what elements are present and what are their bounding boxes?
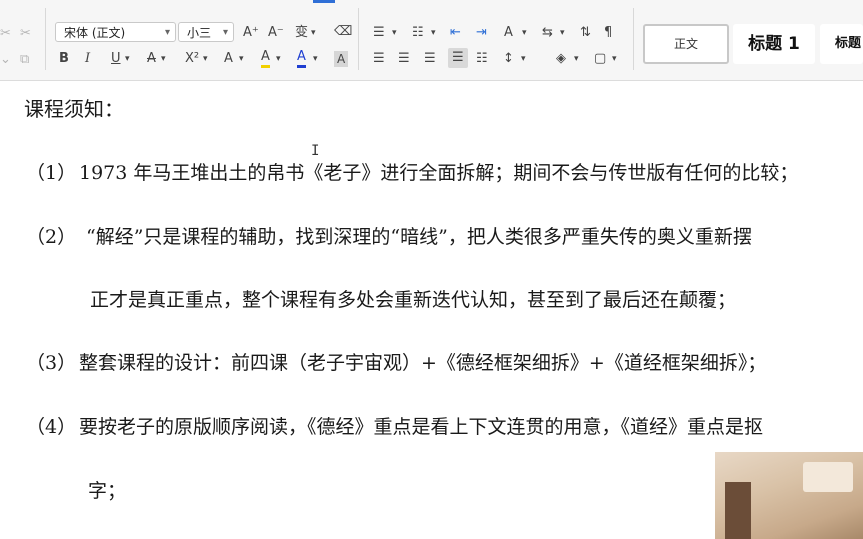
- chevron-down-icon[interactable]: ▾: [239, 51, 244, 67]
- font-name-select[interactable]: 宋体 (正文) ▾: [55, 22, 176, 42]
- chevron-down-icon: ▾: [164, 27, 170, 38]
- align-center-icon[interactable]: ☰: [398, 51, 410, 67]
- scissors-icon[interactable]: ✂: [20, 26, 31, 42]
- list-number: （3）: [26, 352, 77, 374]
- style-normal-label: 正文: [673, 37, 698, 51]
- align-left-icon[interactable]: ☰: [373, 51, 385, 67]
- chevron-down-icon: ▾: [222, 27, 228, 38]
- asian-layout-icon[interactable]: A: [504, 25, 513, 41]
- numbered-list-icon[interactable]: ☷: [412, 25, 424, 41]
- list-text: 要按老子的原版顺序阅读，《德经》重点是看上下文连贯的用意，《道经》重点是抠: [79, 416, 764, 438]
- phonetic-guide-button[interactable]: 变: [295, 25, 308, 41]
- highlight-button[interactable]: A: [261, 49, 270, 68]
- chevron-down-icon[interactable]: ▾: [431, 25, 436, 41]
- list-text: 字；: [88, 480, 127, 502]
- increase-indent-icon[interactable]: ⇥: [476, 25, 487, 41]
- distributed-icon[interactable]: ☷: [476, 51, 488, 67]
- shading-icon[interactable]: ◈: [556, 51, 566, 67]
- style-heading-1[interactable]: 标题 1: [733, 24, 815, 64]
- style-heading-2[interactable]: 标题: [820, 24, 863, 64]
- sort-icon[interactable]: ⇅: [580, 25, 591, 41]
- grow-font-button[interactable]: A⁺: [243, 25, 259, 41]
- background-door: [725, 482, 751, 539]
- document-title: 课程须知：: [24, 97, 124, 121]
- copy-icon[interactable]: ⧉: [20, 52, 29, 68]
- list-text: 1973 年马王堆出土的帛书《老子》进行全面拆解；期间不会与传世版有任何的比较；: [79, 162, 799, 184]
- list-text: 整套课程的设计：前四课（老子宇宙观）+《德经框架细拆》+《道经框架细拆》；: [79, 352, 767, 374]
- text-effects-button[interactable]: A: [224, 51, 233, 67]
- list-number: （2）: [26, 226, 77, 248]
- chevron-down-icon[interactable]: ▾: [522, 25, 527, 41]
- chevron-down-icon[interactable]: ▾: [392, 25, 397, 41]
- list-number: （1）: [26, 162, 77, 184]
- chevron-down-icon[interactable]: ▾: [161, 51, 166, 67]
- text-direction-icon[interactable]: ⇆: [542, 25, 553, 41]
- chevron-down-icon[interactable]: ▾: [521, 51, 526, 67]
- bullet-list-icon[interactable]: ☰: [373, 25, 385, 41]
- bold-button[interactable]: B: [59, 51, 69, 67]
- chevron-down-icon[interactable]: ▾: [203, 51, 208, 67]
- paste-icon[interactable]: ⌄: [0, 52, 11, 68]
- style-heading-1-label: 标题 1: [748, 34, 800, 54]
- chevron-down-icon[interactable]: ▾: [276, 51, 281, 67]
- webcam-overlay[interactable]: [715, 452, 863, 539]
- style-heading-2-label: 标题: [835, 36, 862, 51]
- align-right-icon[interactable]: ☰: [424, 51, 436, 67]
- list-text: “解经”只是课程的辅助，找到深理的“暗线”，把人类很多严重失传的奥义重新摆: [86, 226, 752, 248]
- chevron-down-icon[interactable]: ▾: [560, 25, 565, 41]
- italic-button[interactable]: I: [85, 51, 90, 67]
- underline-button[interactable]: U: [111, 51, 121, 67]
- chevron-down-icon[interactable]: ▾: [574, 51, 579, 67]
- list-number: （4）: [26, 416, 77, 438]
- list-text: 正才是真正重点，整个课程有多处会重新迭代认知，甚至到了最后还在颠覆；: [90, 289, 737, 311]
- active-tab-indicator: [313, 0, 335, 3]
- borders-icon[interactable]: ▢: [594, 51, 606, 67]
- chevron-down-icon[interactable]: ▾: [612, 51, 617, 67]
- strikethrough-button[interactable]: A: [147, 51, 156, 67]
- character-shading-button[interactable]: A: [334, 51, 349, 67]
- superscript-button[interactable]: X²: [185, 51, 199, 67]
- chevron-down-icon[interactable]: ▾: [311, 25, 316, 41]
- font-color-button[interactable]: A: [297, 49, 306, 68]
- justify-icon[interactable]: ☰: [448, 48, 468, 68]
- style-normal[interactable]: 正文: [643, 24, 729, 64]
- line-spacing-icon[interactable]: ↕: [503, 51, 514, 67]
- cut-icon[interactable]: ✂: [0, 26, 11, 42]
- font-size-value: 小三: [187, 26, 212, 40]
- show-marks-icon[interactable]: ¶: [604, 25, 612, 41]
- background-light: [803, 462, 853, 492]
- ribbon-toolbar: ✂ ⌄ ✂ ⧉ 宋体 (正文) ▾ 小三 ▾ A⁺ A⁻ 变 ▾ ⌫ B I U…: [0, 0, 863, 81]
- chevron-down-icon[interactable]: ▾: [313, 51, 318, 67]
- text-cursor: I: [311, 143, 320, 159]
- font-size-select[interactable]: 小三 ▾: [178, 22, 234, 42]
- shrink-font-button[interactable]: A⁻: [268, 25, 284, 41]
- decrease-indent-icon[interactable]: ⇤: [450, 25, 461, 41]
- clear-format-icon[interactable]: ⌫: [334, 24, 352, 40]
- font-name-value: 宋体 (正文): [64, 26, 126, 40]
- chevron-down-icon[interactable]: ▾: [125, 51, 130, 67]
